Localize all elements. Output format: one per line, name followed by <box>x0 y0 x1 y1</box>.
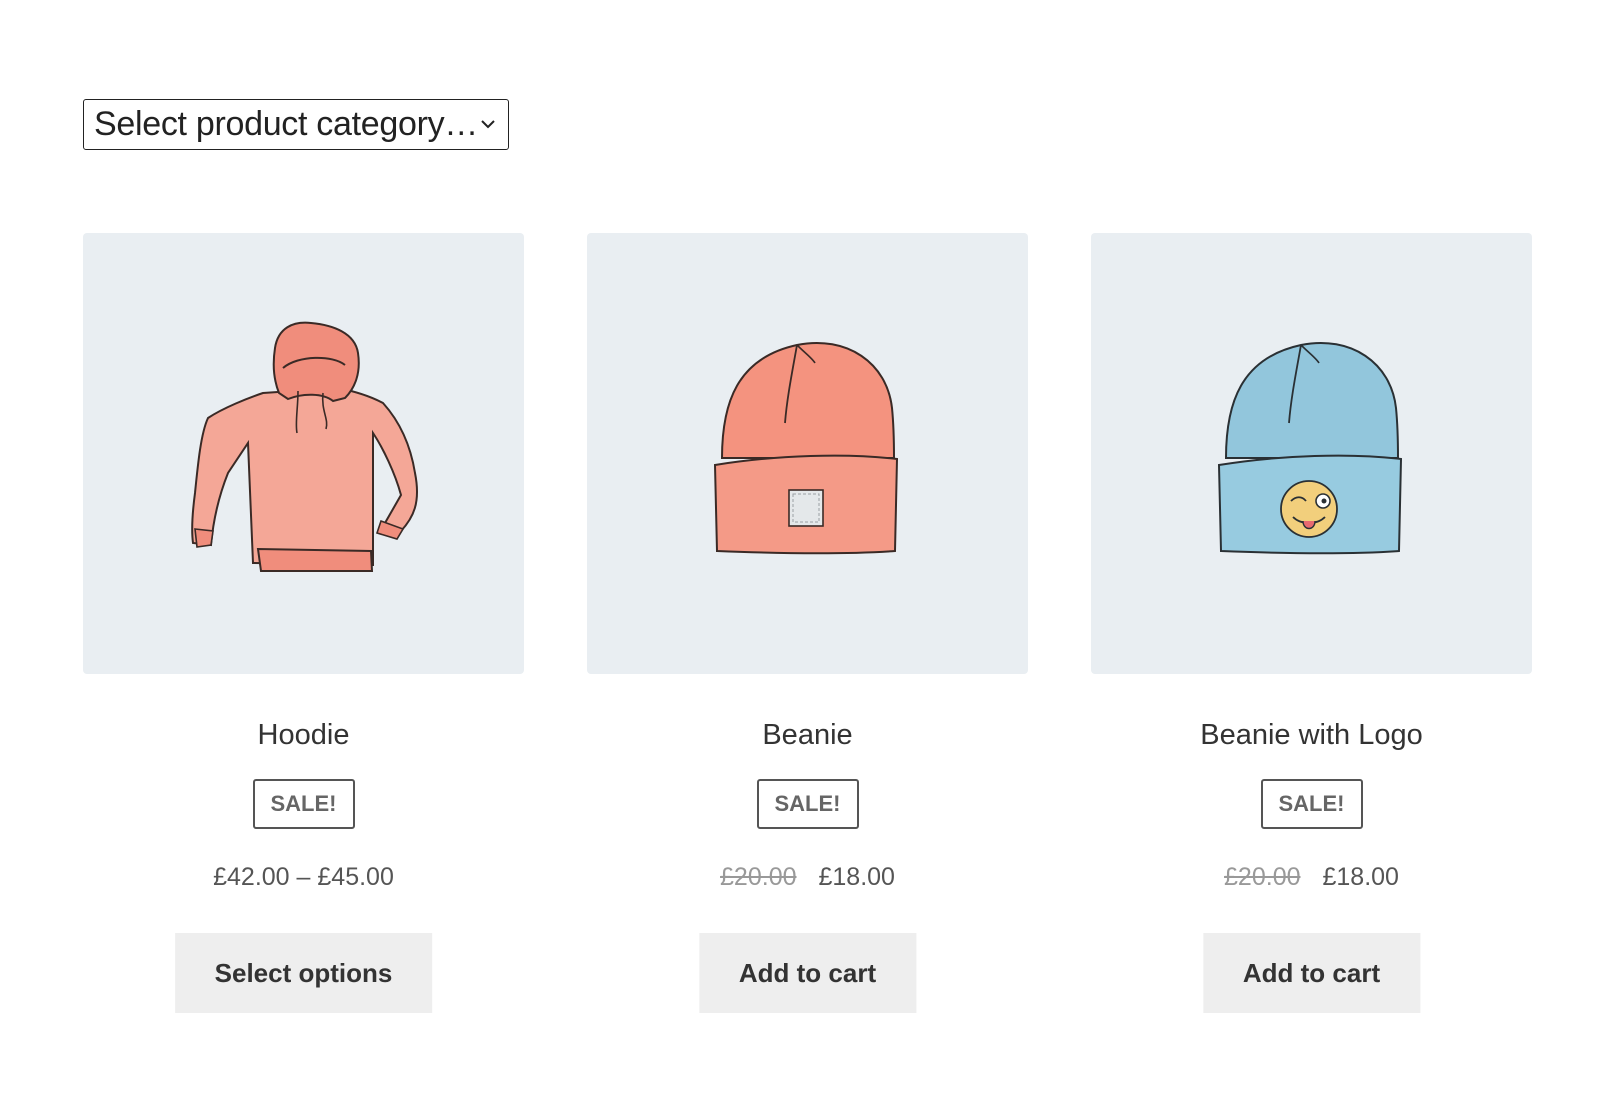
product-card-hoodie: Hoodie SALE! £42.00 – £45.00 Select opti… <box>83 233 524 1023</box>
category-select-value: Select product category… <box>94 105 478 143</box>
sale-badge: SALE! <box>1260 779 1363 829</box>
add-to-cart-button[interactable]: Add to cart <box>1202 933 1421 1013</box>
price-range: £42.00 – £45.00 <box>213 863 394 891</box>
add-to-cart-button[interactable]: Add to cart <box>698 933 917 1013</box>
product-category-select[interactable]: Select product category… <box>83 99 509 150</box>
beanie-illustration <box>713 342 899 555</box>
product-price: £42.00 – £45.00 <box>83 863 524 892</box>
product-price: £20.00 £18.00 <box>1091 863 1532 892</box>
product-image-beanie[interactable] <box>587 233 1028 674</box>
sale-price: £18.00 <box>818 863 895 891</box>
product-image-beanie-with-logo[interactable] <box>1091 233 1532 674</box>
select-options-button[interactable]: Select options <box>174 933 433 1013</box>
product-card-beanie-with-logo: Beanie with Logo SALE! £20.00 £18.00 Add … <box>1091 233 1532 1023</box>
product-card-beanie: Beanie SALE! £20.00 £18.00 Add to cart <box>587 233 1028 1023</box>
old-price: £20.00 <box>720 863 797 891</box>
product-title[interactable]: Beanie <box>587 719 1028 752</box>
sale-badge: SALE! <box>756 779 859 829</box>
beanie-with-logo-illustration <box>1217 342 1403 555</box>
product-image-hoodie[interactable] <box>83 233 524 674</box>
product-title[interactable]: Beanie with Logo <box>1091 719 1532 752</box>
chevron-down-icon <box>481 120 495 129</box>
product-grid: Hoodie SALE! £42.00 – £45.00 Select opti… <box>83 233 1533 1033</box>
sale-badge: SALE! <box>252 779 355 829</box>
product-title[interactable]: Hoodie <box>83 719 524 752</box>
product-price: £20.00 £18.00 <box>587 863 1028 892</box>
hoodie-illustration <box>191 321 419 572</box>
sale-price: £18.00 <box>1322 863 1399 891</box>
old-price: £20.00 <box>1224 863 1301 891</box>
shop-page: Select product category… Hoodie SALE! £4… <box>0 0 1600 1104</box>
